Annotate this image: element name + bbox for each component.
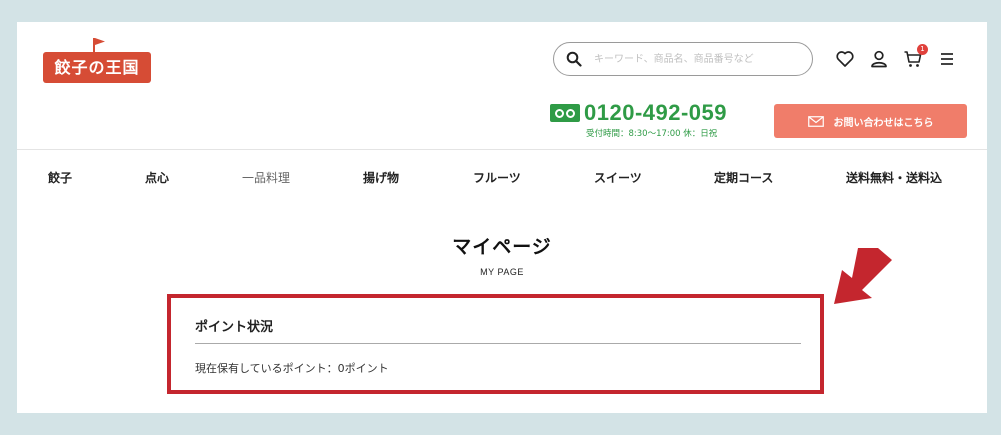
cart-button[interactable]: 1	[903, 44, 928, 69]
contact-button-label: お問い合わせはこちら	[833, 117, 934, 129]
contact-button[interactable]: お問い合わせはこちら	[774, 104, 967, 138]
category-nav: 餃子 点心 一品料理 揚げ物 フルーツ スイーツ 定期コース 送料無料・送料込	[17, 150, 987, 202]
search-input[interactable]	[592, 52, 806, 66]
phone-hours: 受付時間：8:30〜17:00 休：日祝	[586, 129, 718, 139]
annotation-arrow-icon	[834, 248, 892, 304]
nav-item-tenshin[interactable]: 点心	[145, 169, 169, 186]
points-status-box: ポイント状況 現在保有しているポイント：0ポイント	[167, 294, 824, 394]
page-frame: 餃子の王国 1	[17, 22, 987, 413]
nav-item-free-shipping[interactable]: 送料無料・送料込	[846, 169, 942, 186]
nav-item-fruits[interactable]: フルーツ	[473, 169, 521, 186]
site-logo[interactable]: 餃子の王国	[43, 38, 151, 84]
nav-item-ippin[interactable]: 一品料理	[242, 169, 290, 186]
nav-item-gyoza[interactable]: 餃子	[48, 169, 72, 186]
mail-icon	[807, 115, 824, 127]
points-value: 現在保有しているポイント：0ポイント	[195, 362, 389, 375]
phone-contact: 0120-492-059 受付時間：8:30〜17:00 休：日祝	[550, 100, 750, 139]
user-icon[interactable]	[869, 49, 889, 69]
cart-count-badge: 1	[917, 44, 928, 55]
nav-item-agemono[interactable]: 揚げ物	[363, 169, 399, 186]
menu-icon[interactable]	[937, 49, 957, 69]
freedial-icon	[550, 104, 580, 122]
nav-item-subscription[interactable]: 定期コース	[714, 169, 773, 186]
search-bar[interactable]	[553, 42, 813, 76]
logo-text: 餃子の王国	[43, 52, 151, 83]
points-heading: ポイント状況	[195, 320, 274, 335]
phone-number[interactable]: 0120-492-059	[584, 100, 727, 126]
points-divider	[195, 343, 801, 344]
nav-item-sweets[interactable]: スイーツ	[594, 169, 642, 186]
header-icons: 1	[835, 44, 957, 69]
heart-icon[interactable]	[835, 49, 855, 69]
search-icon[interactable]	[566, 51, 582, 67]
